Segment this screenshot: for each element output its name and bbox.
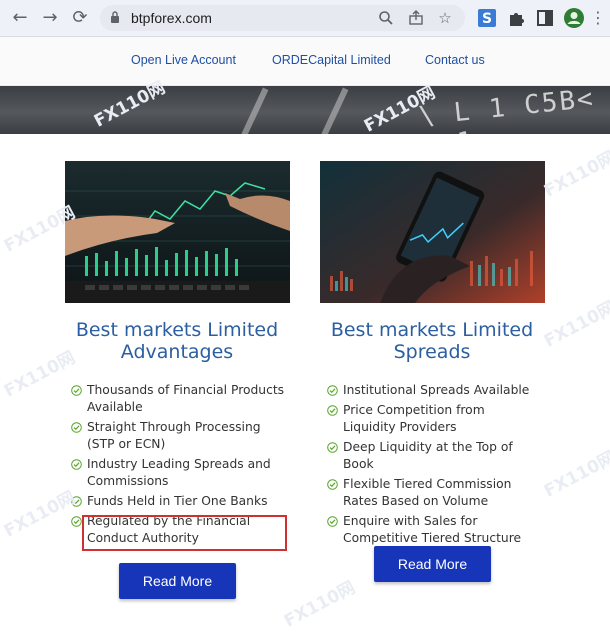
check-circle-icon (71, 422, 82, 433)
list-item: Enquire with Sales for Competitive Tiere… (327, 513, 537, 547)
list-item-text: Institutional Spreads Available (343, 383, 530, 397)
hero-decoration (317, 87, 349, 134)
forward-arrow-icon[interactable]: → (38, 6, 62, 30)
check-circle-icon (71, 496, 82, 507)
nav-contact-us[interactable]: Contact us (425, 53, 485, 67)
trading-chart-image (65, 161, 290, 303)
url-text: btpforex.com (131, 10, 212, 26)
list-item-text: Thousands of Financial Products Availabl… (87, 383, 285, 414)
list-item-text: Enquire with Sales for Competitive Tiere… (343, 514, 522, 545)
highlight-box (82, 515, 287, 551)
share-icon[interactable] (405, 7, 427, 29)
read-more-button[interactable]: Read More (119, 563, 236, 599)
check-circle-icon (327, 385, 338, 396)
reload-icon[interactable]: ⟳ (68, 6, 92, 30)
list-item-text: Funds Held in Tier One Banks (87, 494, 268, 508)
check-circle-icon (327, 405, 338, 416)
watermark: FX110网 (0, 487, 79, 542)
watermark: FX110网 (540, 447, 610, 502)
list-item: Straight Through Processing (STP or ECN) (71, 419, 291, 453)
list-item-text: Price Competition from Liquidity Provide… (343, 403, 485, 434)
smartphone-trading-image (320, 161, 545, 303)
profile-icon[interactable] (563, 7, 585, 29)
read-more-button[interactable]: Read More (374, 546, 491, 582)
spreads-list: Institutional Spreads Available Price Co… (327, 382, 537, 547)
hero-banner: \ L 1 C5B< L 1 (0, 86, 610, 134)
check-circle-icon (71, 459, 82, 470)
hero-decoration (237, 87, 269, 134)
spreads-title: Best markets Limited Spreads (312, 319, 552, 363)
card-title-line: Best markets Limited (75, 319, 279, 341)
list-item: Funds Held in Tier One Banks (71, 493, 291, 510)
list-item-text: Industry Leading Spreads and Commissions (87, 457, 271, 488)
card-title-line: Spreads (393, 341, 471, 363)
check-circle-icon (327, 479, 338, 490)
list-item-text: Flexible Tiered Commission Rates Based o… (343, 477, 512, 508)
nav-open-live-account[interactable]: Open Live Account (131, 53, 236, 67)
list-item: Deep Liquidity at the Top of Book (327, 439, 537, 473)
watermark: FX110网 (540, 147, 610, 202)
check-circle-icon (327, 516, 338, 527)
search-icon[interactable] (375, 7, 397, 29)
site-navigation: Open Live Account ORDECapital Limited Co… (0, 37, 610, 86)
lock-icon (111, 11, 119, 23)
check-circle-icon (71, 516, 82, 527)
advantages-title: Best markets Limited Advantages (57, 319, 297, 363)
hero-ticker-text: \ L 1 C5B< L 1 (417, 86, 597, 134)
browser-toolbar: ← → ⟳ btpforex.com ☆ S ⋮ (0, 0, 610, 37)
check-circle-icon (327, 442, 338, 453)
list-item: Flexible Tiered Commission Rates Based o… (327, 476, 537, 510)
list-item: Price Competition from Liquidity Provide… (327, 402, 537, 436)
list-item-text: Deep Liquidity at the Top of Book (343, 440, 513, 471)
extension-s-icon[interactable]: S (476, 7, 498, 29)
svg-text:S: S (482, 11, 492, 27)
card-title-line: Best markets Limited (330, 319, 534, 341)
card-title-line: Advantages (120, 341, 234, 363)
list-item-text: Straight Through Processing (STP or ECN) (87, 420, 261, 451)
check-circle-icon (71, 385, 82, 396)
back-arrow-icon[interactable]: ← (8, 6, 32, 30)
list-item: Institutional Spreads Available (327, 382, 537, 399)
list-item: Industry Leading Spreads and Commissions (71, 456, 291, 490)
sidebar-icon[interactable] (534, 7, 556, 29)
nav-ordecapital-limited[interactable]: ORDECapital Limited (272, 53, 391, 67)
address-bar[interactable]: btpforex.com ☆ (100, 5, 465, 31)
star-icon[interactable]: ☆ (434, 7, 456, 29)
kebab-menu-icon[interactable]: ⋮ (586, 6, 610, 30)
watermark: FX110网 (280, 577, 359, 632)
list-item: Thousands of Financial Products Availabl… (71, 382, 291, 416)
puzzle-icon[interactable] (505, 7, 527, 29)
